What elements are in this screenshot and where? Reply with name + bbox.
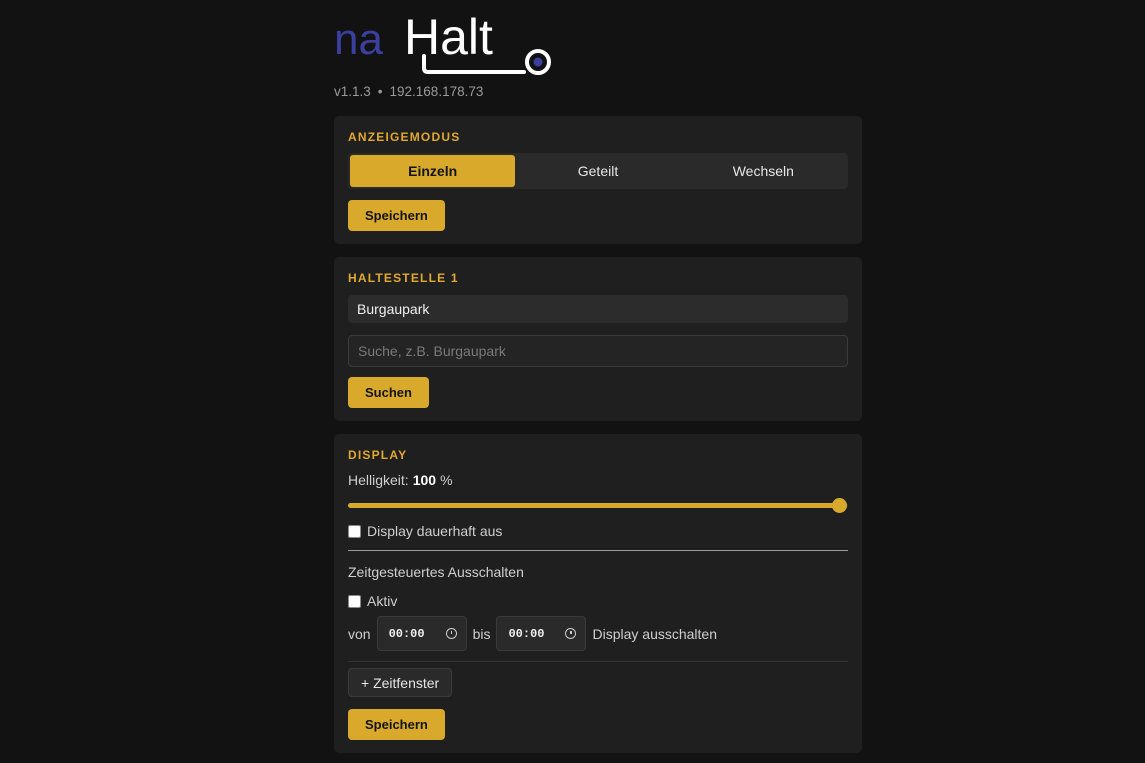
clock-icon[interactable] [565,628,577,639]
search-button[interactable]: Suchen [348,377,429,408]
slider-thumb[interactable] [832,498,847,513]
section-divider [348,550,848,551]
brightness-row: Helligkeit: 100% [348,472,453,488]
display-mode-card: ANZEIGEMODUS Einzeln Geteilt Wechseln Sp… [334,116,862,244]
stop-search-input[interactable] [348,335,848,367]
logo-main: Halt [404,12,493,65]
display-mode-selector: Einzeln Geteilt Wechseln [348,153,848,189]
active-checkbox[interactable] [348,594,361,608]
display-card: DISPLAY Helligkeit: 100% Display dauerhaf… [334,434,862,753]
to-time-value: 00:00 [508,626,545,641]
card-title: DISPLAY [348,448,408,462]
brightness-unit: % [440,472,453,488]
to-label: bis [472,625,491,642]
brightness-label: Helligkeit: [348,472,409,488]
save-display-button[interactable]: Speichern [348,709,445,740]
card-title: ANZEIGEMODUS [348,130,461,144]
save-mode-button[interactable]: Speichern [348,200,445,231]
mode-option-geteilt[interactable]: Geteilt [515,155,680,187]
card-title: HALTESTELLE 1 [348,271,459,285]
version-info: v1.1.3 • 192.168.178.73 [334,84,483,99]
to-time-input[interactable]: 00:00 [496,616,587,651]
slider-fill [348,503,840,508]
mode-option-wechseln[interactable]: Wechseln [681,155,846,187]
brightness-slider[interactable] [348,498,848,513]
logo-prefix: na [334,15,383,64]
display-off-checkbox[interactable] [348,524,361,538]
current-stop: Burgaupark [348,295,848,323]
display-off-label: Display dauerhaft aus [367,523,503,539]
active-row[interactable]: Aktiv [348,593,397,609]
brightness-value: 100 [412,472,437,488]
ip-address: 192.168.178.73 [389,84,484,99]
add-time-window-button[interactable]: + Zeitfenster [348,668,453,697]
schedule-heading: Zeitgesteuertes Ausschalten [348,564,524,580]
mode-option-einzeln[interactable]: Einzeln [350,155,516,187]
nahalt-logo: na Halt [334,12,551,75]
from-time-input[interactable]: 00:00 [376,616,467,651]
time-window-row: von 00:00 bis 00:00 Display ausschalten [348,616,717,651]
active-label: Aktiv [367,593,398,609]
display-off-row[interactable]: Display dauerhaft aus [348,523,502,539]
from-label: von [348,625,371,642]
version-text: v1.1.3 [334,84,371,99]
from-time-value: 00:00 [388,626,425,641]
separator: • [377,84,383,99]
stop-card: HALTESTELLE 1 Burgaupark Suchen [334,257,862,421]
clock-icon[interactable] [445,628,457,639]
time-divider [348,661,848,662]
action-label: Display ausschalten [592,625,717,642]
